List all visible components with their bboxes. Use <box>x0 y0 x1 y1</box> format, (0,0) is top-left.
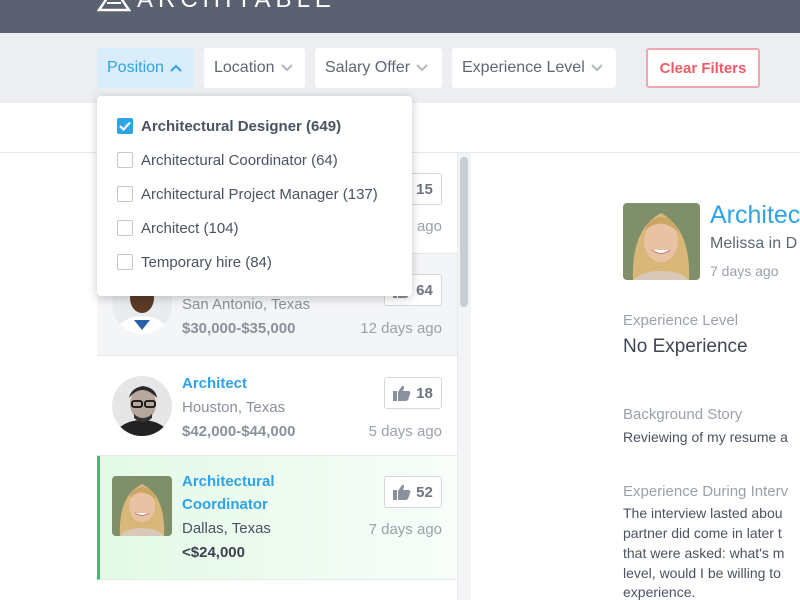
like-count: 52 <box>416 483 433 501</box>
salary-filter[interactable]: Salary Offer <box>315 48 442 88</box>
thumbs-up-icon <box>393 385 411 401</box>
check-icon <box>119 121 131 131</box>
experience-filter[interactable]: Experience Level <box>452 48 616 88</box>
chevron-down-icon <box>280 64 293 72</box>
checkbox[interactable] <box>117 186 133 202</box>
option-label: Architect (104) <box>141 219 239 237</box>
interview-text-line: The interview lasted abou <box>623 505 783 521</box>
position-filter[interactable]: Position <box>97 48 194 88</box>
detail-posted-ago: 7 days ago <box>710 263 779 279</box>
filter-bar: Position Location Salary Offer Experienc… <box>0 33 800 103</box>
detail-avatar <box>623 203 700 280</box>
clear-filters-button[interactable]: Clear Filters <box>646 48 760 88</box>
chevron-down-icon <box>416 64 428 72</box>
detail-subtitle: Melissa in D <box>710 235 798 252</box>
checkbox-checked[interactable] <box>117 118 133 134</box>
dropdown-option[interactable]: Temporary hire (84) <box>117 252 272 272</box>
position-dropdown: Architectural Designer (649) Architectur… <box>97 96 412 296</box>
like-button[interactable]: 52 <box>384 476 442 508</box>
job-card-selected[interactable]: Architectural Coordinator Dallas, Texas … <box>97 456 457 580</box>
option-label: Temporary hire (84) <box>141 253 272 271</box>
chevron-down-icon <box>591 64 603 72</box>
thumbs-up-icon <box>393 484 411 500</box>
job-location: Dallas, Texas <box>182 520 271 537</box>
interview-text-line: level, would I be willing to <box>623 565 781 581</box>
like-count: 15 <box>416 180 433 198</box>
job-location: San Antonio, Texas <box>182 296 311 313</box>
interview-text-line: that were asked: what's m <box>623 545 785 561</box>
background-story-label: Background Story <box>623 406 743 423</box>
checkbox[interactable] <box>117 254 133 270</box>
avatar <box>112 376 172 436</box>
job-salary: $30,000-$35,000 <box>182 320 296 337</box>
option-label: Architectural Project Manager (137) <box>141 185 378 203</box>
job-salary: <$24,000 <box>182 544 245 561</box>
posted-ago: 7 days ago <box>368 521 442 538</box>
job-title-line: Architectural <box>182 473 275 490</box>
interview-text-line: experience. <box>623 584 696 600</box>
position-filter-label: Position <box>107 59 164 76</box>
scrollbar-thumb[interactable] <box>460 157 468 307</box>
dropdown-option[interactable]: Architect (104) <box>117 218 239 238</box>
salary-filter-label: Salary Offer <box>325 59 411 76</box>
experience-level-label: Experience Level <box>623 312 739 329</box>
posted-ago: ago <box>416 218 442 235</box>
job-title-line: Coordinator <box>182 496 268 513</box>
location-filter[interactable]: Location <box>204 48 305 88</box>
background-story-text: Reviewing of my resume a <box>623 429 788 445</box>
location-filter-label: Location <box>214 59 275 76</box>
job-title[interactable]: Architectural Coordinator <box>182 470 322 516</box>
interview-experience-label: Experience During Interv <box>623 483 789 500</box>
interview-text-line: partner did come in later t <box>623 525 782 541</box>
experience-filter-label: Experience Level <box>462 59 585 76</box>
job-card[interactable]: Architect Houston, Texas $42,000-$44,000… <box>97 356 457 456</box>
like-count: 64 <box>416 281 433 299</box>
posted-ago: 5 days ago <box>368 423 442 440</box>
job-title[interactable]: Architect <box>182 372 322 395</box>
like-button[interactable]: 18 <box>384 377 442 409</box>
brand-name: ARCHITABLE <box>137 0 336 14</box>
logo-triangle-icon <box>97 0 131 12</box>
top-navigation-bar: ARCHITABLE <box>0 0 800 33</box>
checkbox[interactable] <box>117 152 133 168</box>
job-location: Houston, Texas <box>182 399 286 416</box>
experience-level-value: No Experience <box>623 336 748 357</box>
avatar <box>112 476 172 536</box>
like-count: 18 <box>416 384 433 402</box>
chevron-up-icon <box>170 64 182 72</box>
dropdown-option[interactable]: Architectural Coordinator (64) <box>117 150 338 170</box>
brand-logo[interactable]: ARCHITABLE <box>97 0 336 14</box>
option-label: Architectural Designer (649) <box>141 117 342 135</box>
detail-title: Architec <box>710 201 800 229</box>
job-salary: $42,000-$44,000 <box>182 423 296 440</box>
dropdown-option[interactable]: Architectural Designer (649) <box>117 116 341 136</box>
checkbox[interactable] <box>117 220 133 236</box>
dropdown-option[interactable]: Architectural Project Manager (137) <box>117 184 378 204</box>
posted-ago: 12 days ago <box>360 320 442 337</box>
option-label: Architectural Coordinator (64) <box>141 151 338 169</box>
